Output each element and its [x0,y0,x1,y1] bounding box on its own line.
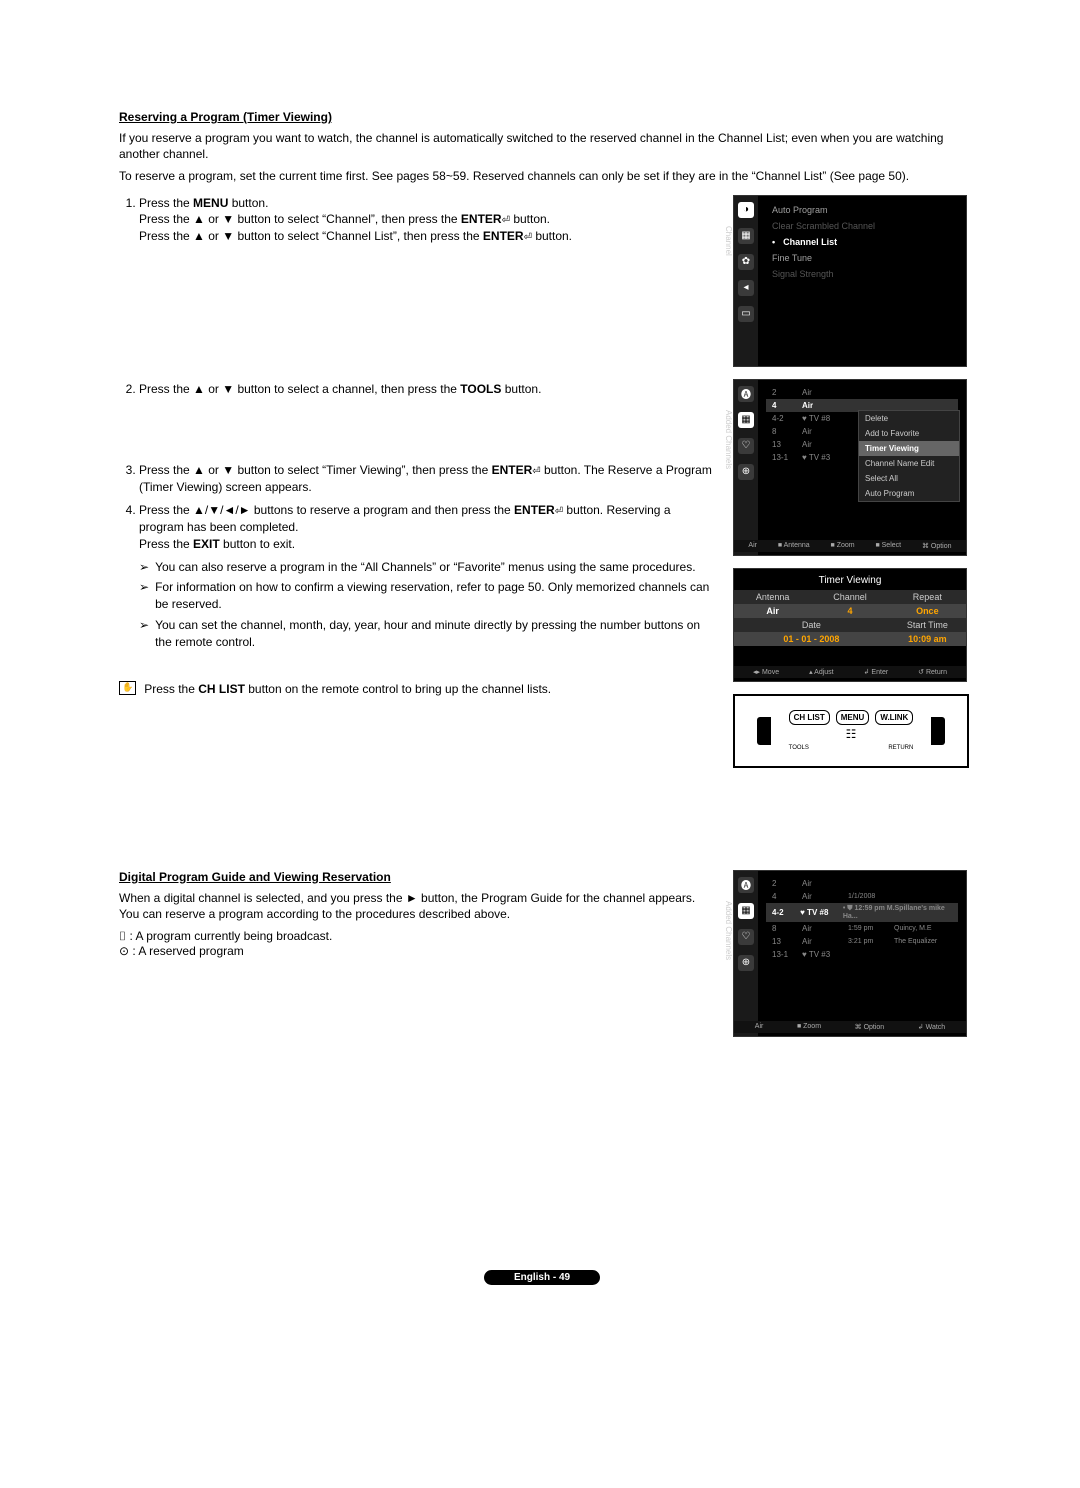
all-icon: 🅐 [738,877,754,893]
added-icon: ▦ [738,412,754,428]
intro-paragraph-2: To reserve a program, set the current ti… [119,168,965,184]
channel-row: 2Air [766,386,958,399]
enter-icon: ⏎ [532,465,540,479]
menu-item: Signal Strength [766,266,958,282]
timer-icon: ⊕ [738,464,754,480]
legend-broadcast: ⌷ : A program currently being broadcast. [119,929,717,944]
guide-row: 2Air [766,877,958,890]
context-item: Add to Favorite [859,426,959,441]
enter-icon: ⏎ [502,214,510,228]
osd-channel-list: Added Channels 🅐 ▦ ♡ ⊕ 2Air4Air4-2♥ TV #… [733,379,967,556]
step1-line-a: Press the MENU button. [139,196,268,210]
note-2: ➢For information on how to confirm a vie… [139,579,717,613]
guide-row: 13Air3:21 pmThe Equalizer [766,935,958,948]
step-2: Press the ▲ or ▼ button to select a chan… [139,381,717,456]
context-item: Timer Viewing [859,441,959,456]
menu-button: MENU [836,710,870,725]
timer-icon: ⊕ [738,955,754,971]
picture-icon: ▦ [738,228,754,244]
step-3: Press the ▲ or ▼ button to select “Timer… [139,462,717,496]
all-icon: 🅐 [738,386,754,402]
dish-icon: ◑ [738,202,754,218]
guide-row: 13-1♥ TV #3 [766,948,958,961]
section2-body: When a digital channel is selected, and … [119,890,717,924]
wlink-button: W.LINK [875,710,913,725]
osd-channel-menu: Channel ◑ ▦ ✿ ◂ ▭ Auto Program Clear Scr… [733,195,967,367]
step-1: Press the MENU button. Press the ▲ or ▼ … [139,195,717,376]
remote-left-wedge [757,717,771,745]
menu-item: Clear Scrambled Channel [766,218,958,234]
clock-icon: ⊙ [119,944,129,958]
page-footer: English - 49 [119,1269,965,1285]
gear-icon: ✿ [738,254,754,270]
section-title: Reserving a Program (Timer Viewing) [119,110,965,124]
menu-icon: ☷ [789,727,914,741]
added-icon: ▦ [738,903,754,919]
menu-item: Fine Tune [766,250,958,266]
context-item: Auto Program [859,486,959,501]
guide-row: 8Air1:59 pmQuincy, M.E [766,922,958,935]
context-item: Select All [859,471,959,486]
chevron-icon: ➢ [139,559,149,576]
remote-tip-icon: ✋ [119,681,136,695]
step1-line-b: Press the ▲ or ▼ button to select “Chann… [139,212,550,226]
fav-icon: ♡ [738,929,754,945]
context-item: Channel Name Edit [859,456,959,471]
osd-program-guide: Added Channels 🅐 ▦ ♡ ⊕ 2Air4Air1/1/20084… [733,870,967,1037]
guide-row: 4Air1/1/2008 [766,890,958,903]
context-item: Delete [859,411,959,426]
fav-icon: ♡ [738,438,754,454]
chevron-icon: ➢ [139,579,149,613]
chlist-button: CH LIST [789,710,830,725]
chevron-icon: ➢ [139,617,149,651]
section2-title: Digital Program Guide and Viewing Reserv… [119,870,717,884]
note-1: ➢You can also reserve a program in the “… [139,559,717,576]
step-4: Press the ▲/▼/◄/► buttons to reserve a p… [139,502,717,553]
guide-row: 4-2♥ TV #8• ⛊ 12:59 pm M.Spillane's mike… [766,903,958,922]
intro-paragraph-1: If you reserve a program you want to wat… [119,130,965,162]
menu-item: Auto Program [766,202,958,218]
step1-line-c: Press the ▲ or ▼ button to select “Chann… [139,229,572,243]
remote-tip: ✋ Press the CH LIST button on the remote… [119,681,717,698]
osd-remote-diagram: CH LIST MENU W.LINK ☷ TOOLS RETURN [733,694,969,768]
osd-timer-viewing: Timer Viewing Antenna Channel Repeat Air… [733,568,967,682]
note-3: ➢You can set the channel, month, day, ye… [139,617,717,651]
input-icon: ◂ [738,280,754,296]
enter-icon: ⏎ [555,505,563,519]
context-menu: DeleteAdd to FavoriteTimer ViewingChanne… [858,410,960,502]
menu-item-selected: Channel List [766,234,958,250]
app-icon: ▭ [738,306,754,322]
remote-right-wedge [931,717,945,745]
enter-icon: ⏎ [524,231,532,245]
legend-reserved: ⊙ : A reserved program [119,944,717,958]
